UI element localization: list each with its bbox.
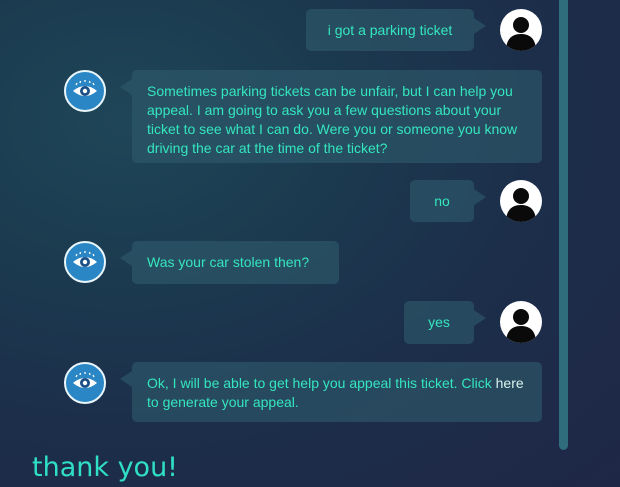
eye-icon — [73, 251, 97, 267]
user-message-text: i got a parking ticket — [327, 21, 453, 38]
bot-message-bubble: Ok, I will be able to get help you appea… — [120, 362, 542, 422]
person-silhouette-icon — [506, 188, 536, 222]
user-avatar — [500, 9, 542, 51]
user-avatar — [500, 180, 542, 222]
bot-message-bubble: Sometimes parking tickets can be unfair,… — [120, 70, 542, 163]
person-silhouette-icon — [506, 17, 536, 51]
bot-avatar — [64, 362, 106, 404]
user-message-bubble: no — [410, 180, 486, 222]
bot-message-text: to generate your appeal. — [147, 394, 299, 410]
user-avatar — [500, 301, 542, 343]
bot-message-text: Was your car stolen then? — [147, 254, 310, 270]
bot-avatar — [64, 241, 106, 283]
bot-message-text: Ok, I will be able to get help you appea… — [147, 375, 492, 391]
user-message-bubble: yes — [404, 301, 486, 344]
person-silhouette-icon — [506, 309, 536, 343]
bot-message-text: Sometimes parking tickets can be unfair,… — [147, 83, 518, 156]
eye-icon — [73, 372, 97, 388]
bot-message-bubble: Was your car stolen then? — [120, 241, 339, 284]
chat-scrollbar[interactable] — [559, 0, 568, 450]
eye-icon — [73, 80, 97, 96]
appeal-link[interactable]: here — [496, 375, 524, 391]
user-message-bubble: i got a parking ticket — [306, 9, 486, 51]
thank-you-caption: thank you! — [32, 452, 179, 483]
user-message-text: yes — [428, 314, 450, 330]
bot-avatar — [64, 70, 106, 112]
user-message-text: no — [434, 192, 450, 209]
